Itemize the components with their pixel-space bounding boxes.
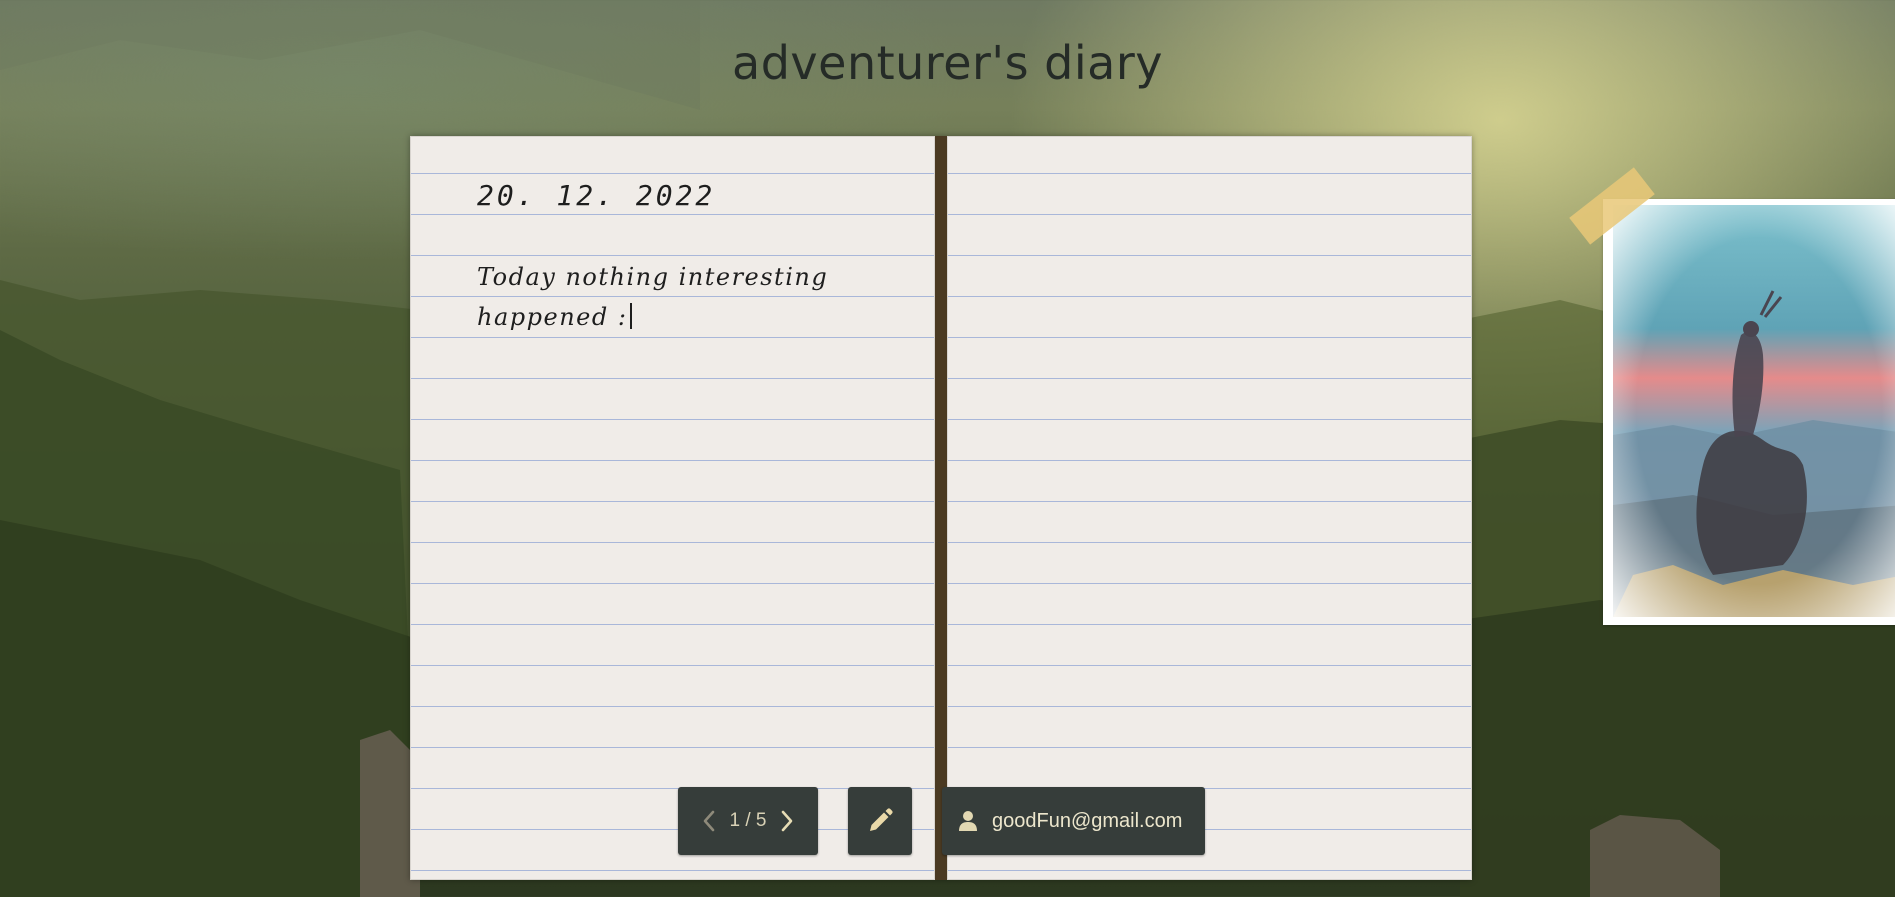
user-email: goodFun@gmail.com xyxy=(992,809,1183,832)
entry-text-area[interactable]: Today nothing interesting happened : xyxy=(477,257,877,337)
right-page xyxy=(947,136,1895,880)
user-icon xyxy=(959,811,977,831)
entry-text: Today nothing interesting happened : xyxy=(477,263,829,331)
page-counter: 1 / 5 xyxy=(729,810,767,831)
diary-photo xyxy=(1613,205,1895,617)
rider-illustration xyxy=(1613,205,1895,617)
left-page: 20. 12. 2022 Today nothing interesting h… xyxy=(410,136,935,880)
diary-book: 20. 12. 2022 Today nothing interesting h… xyxy=(410,136,1895,880)
edit-entry-button[interactable] xyxy=(848,787,912,855)
chevron-left-icon xyxy=(703,810,714,832)
previous-page-button[interactable] xyxy=(692,787,726,855)
book-spine xyxy=(935,136,947,880)
photo-frame xyxy=(1603,199,1895,625)
chevron-right-icon xyxy=(782,810,793,832)
page-title: adventurer's diary xyxy=(732,36,1163,90)
next-page-button[interactable] xyxy=(770,787,804,855)
entry-date: 20. 12. 2022 xyxy=(477,179,716,212)
pagination-control: 1 / 5 xyxy=(678,787,818,855)
text-cursor xyxy=(630,303,632,329)
user-account-button[interactable]: goodFun@gmail.com xyxy=(942,787,1205,855)
pencil-icon xyxy=(870,808,893,831)
